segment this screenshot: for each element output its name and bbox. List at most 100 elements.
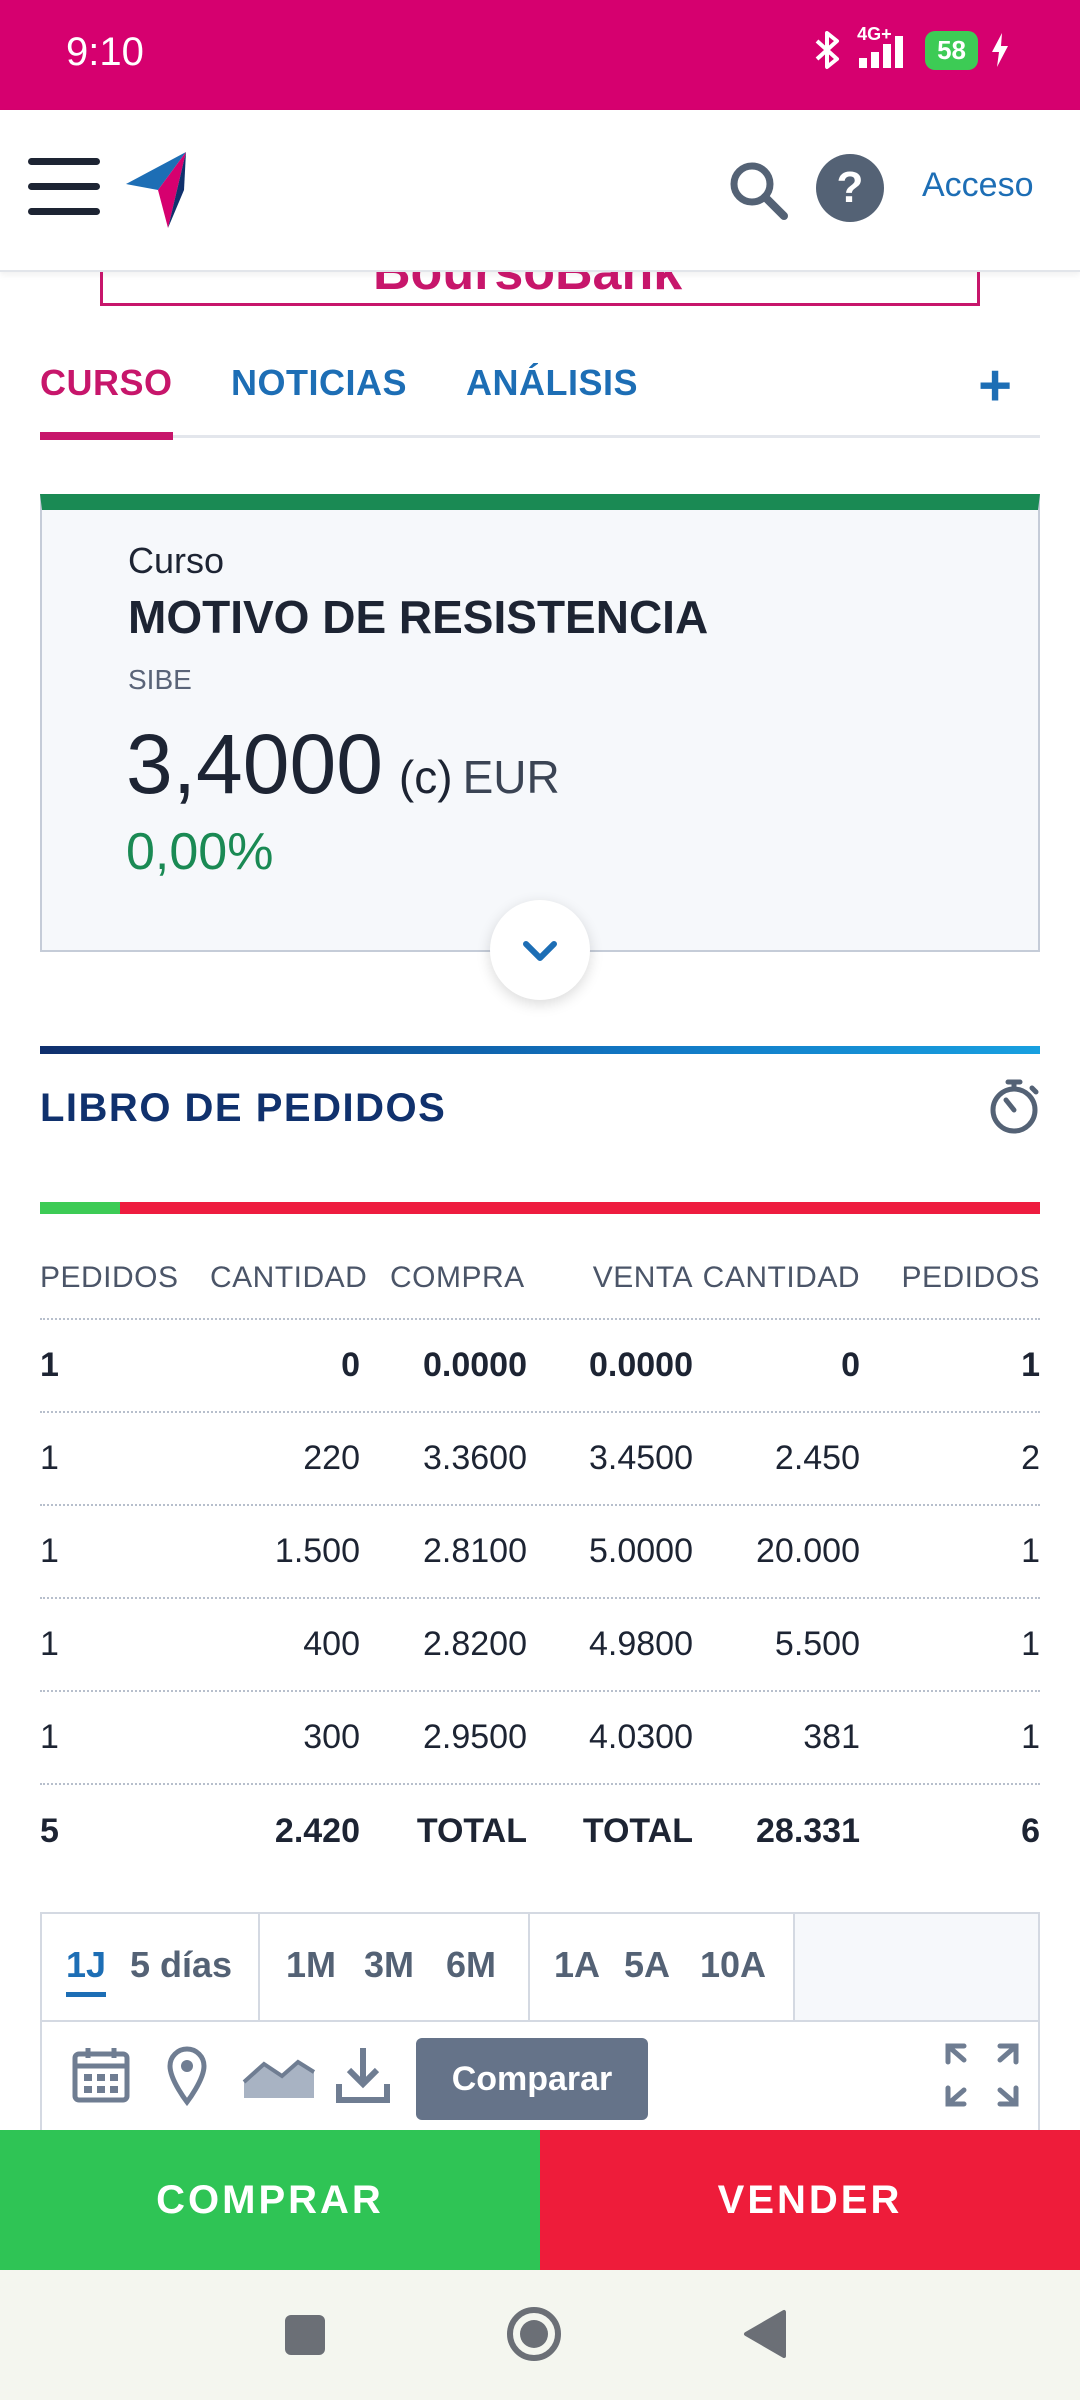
banner-text: BoursoBank: [373, 272, 683, 301]
section-tabs: CURSO NOTICIAS ANÁLISIS +: [40, 352, 1040, 440]
period-3m[interactable]: 3M: [364, 1944, 414, 1986]
table-cell: 20.000: [756, 1532, 860, 1570]
buy-ratio: [40, 1202, 120, 1214]
chart-tools: Comparar: [42, 2024, 1038, 2132]
order-book-ratio-bar: [40, 1202, 1040, 1214]
table-cell: 1: [1021, 1718, 1040, 1756]
brand-logo[interactable]: [124, 150, 188, 230]
table-cell: 381: [803, 1718, 860, 1756]
table-row: 1 400 2.8200 4.9800 5.500 1: [40, 1599, 1040, 1692]
ad-banner[interactable]: BoursoBank: [100, 272, 980, 306]
period-selector: 1J 5 días 1M 3M 6M 1A 5A 10A: [42, 1914, 1038, 2022]
table-row: 1 1.500 2.8100 5.0000 20.000 1: [40, 1506, 1040, 1599]
battery-level: 58: [925, 30, 978, 70]
hamburger-icon[interactable]: [28, 158, 100, 220]
status-icons: 4G+ 58: [811, 24, 1010, 70]
login-link[interactable]: Acceso: [922, 166, 1034, 205]
table-cell: 0: [341, 1346, 360, 1384]
download-icon[interactable]: [334, 2044, 392, 2106]
fullscreen-icon[interactable]: [942, 2040, 1022, 2110]
sell-button[interactable]: VENDER: [540, 2130, 1080, 2270]
tab-more-button[interactable]: +: [978, 352, 1012, 419]
period-1a[interactable]: 1A: [554, 1944, 600, 1986]
chart-toolbar: 1J 5 días 1M 3M 6M 1A 5A 10A Comparar: [40, 1912, 1040, 2132]
system-navigation-bar: [0, 2270, 1080, 2400]
table-row: 1 0 0.0000 0.0000 0 1: [40, 1320, 1040, 1413]
expand-quote-button[interactable]: [490, 900, 590, 1000]
table-cell: 1: [1021, 1625, 1040, 1663]
order-book-accent-bar: [40, 1046, 1040, 1054]
table-row: 1 300 2.9500 4.0300 381 1: [40, 1692, 1040, 1785]
table-cell: TOTAL: [582, 1812, 693, 1850]
period-1m[interactable]: 1M: [286, 1944, 336, 1986]
totals-row: 5 2.420 TOTAL TOTAL 28.331 6: [40, 1785, 1040, 1878]
column-header: PEDIDOS: [40, 1261, 179, 1294]
price-currency: EUR: [462, 751, 560, 803]
price-change: 0,00%: [126, 823, 274, 881]
period-1j[interactable]: 1J: [66, 1944, 107, 1997]
table-cell: 6: [1021, 1812, 1040, 1850]
order-book-table: PEDIDOS CANTIDAD COMPRA VENTA CANTIDAD P…: [40, 1238, 1040, 1878]
area-chart-icon[interactable]: [242, 2054, 316, 2098]
table-cell: 5.0000: [589, 1532, 693, 1570]
compare-button[interactable]: Comparar: [416, 2038, 648, 2120]
chevron-down-icon: [523, 941, 557, 961]
table-cell: 4.0300: [589, 1718, 693, 1756]
table-cell: 5.500: [774, 1625, 860, 1663]
order-book-title: LIBRO DE PEDIDOS: [40, 1086, 447, 1130]
table-cell: 0.0000: [589, 1346, 693, 1384]
table-cell: 0: [841, 1346, 860, 1384]
price-line: 3,4000 (c) EUR: [126, 716, 560, 813]
price-qualifier: (c): [398, 751, 453, 803]
help-icon[interactable]: ?: [816, 154, 884, 222]
table-row: 1 220 3.3600 3.4500 2.450 2: [40, 1413, 1040, 1506]
table-cell: 1: [40, 1625, 59, 1663]
stock-name: MOTIVO DE RESISTENCIA: [128, 591, 709, 643]
table-cell: 2.8100: [423, 1532, 527, 1570]
sell-ratio: [120, 1202, 1040, 1214]
table-cell: 2.420: [274, 1812, 360, 1850]
period-6m[interactable]: 6M: [446, 1944, 496, 1986]
table-header: PEDIDOS CANTIDAD COMPRA VENTA CANTIDAD P…: [40, 1238, 1040, 1320]
table-cell: 28.331: [756, 1812, 860, 1850]
table-cell: TOTAL: [416, 1812, 527, 1850]
price-value: 3,4000: [126, 717, 383, 811]
period-empty-cell: [795, 1914, 1038, 2020]
table-cell: 5: [40, 1812, 59, 1850]
column-header: PEDIDOS: [901, 1261, 1040, 1294]
period-5a[interactable]: 5A: [624, 1944, 670, 1986]
table-cell: 2.8200: [423, 1625, 527, 1663]
table-cell: 4.9800: [589, 1625, 693, 1663]
signal-icon: [859, 36, 904, 68]
table-cell: 2: [1021, 1439, 1040, 1477]
tab-noticias[interactable]: NOTICIAS: [231, 362, 407, 432]
table-cell: 2.450: [774, 1439, 860, 1477]
stopwatch-icon[interactable]: [984, 1076, 1044, 1136]
tab-analisis[interactable]: ANÁLISIS: [466, 362, 638, 432]
back-icon[interactable]: [740, 2304, 790, 2364]
search-icon[interactable]: [726, 158, 790, 222]
map-pin-icon[interactable]: [164, 2044, 210, 2106]
table-cell: 220: [303, 1439, 360, 1477]
quote-card: Curso MOTIVO DE RESISTENCIA SIBE 3,4000 (…: [40, 494, 1040, 952]
recent-apps-icon[interactable]: [282, 2304, 328, 2364]
table-cell: 400: [303, 1625, 360, 1663]
home-icon[interactable]: [504, 2304, 564, 2364]
period-10a[interactable]: 10A: [700, 1944, 766, 1986]
table-cell: 2.9500: [423, 1718, 527, 1756]
column-header: CANTIDAD: [210, 1261, 368, 1294]
charging-icon: [992, 33, 1008, 67]
calendar-icon[interactable]: [70, 2044, 132, 2106]
table-cell: 3.3600: [423, 1439, 527, 1477]
buy-button[interactable]: COMPRAR: [0, 2130, 540, 2270]
table-cell: 3.4500: [589, 1439, 693, 1477]
column-header: CANTIDAD: [702, 1261, 860, 1294]
table-cell: 1: [1021, 1532, 1040, 1570]
top-navigation: ? Acceso: [0, 110, 1080, 272]
table-cell: 1: [1021, 1346, 1040, 1384]
tab-curso[interactable]: CURSO: [40, 362, 173, 440]
column-header: COMPRA: [390, 1261, 525, 1294]
period-5-dias[interactable]: 5 días: [130, 1944, 232, 1986]
table-cell: 1: [40, 1532, 59, 1570]
table-cell: 1: [40, 1346, 59, 1384]
